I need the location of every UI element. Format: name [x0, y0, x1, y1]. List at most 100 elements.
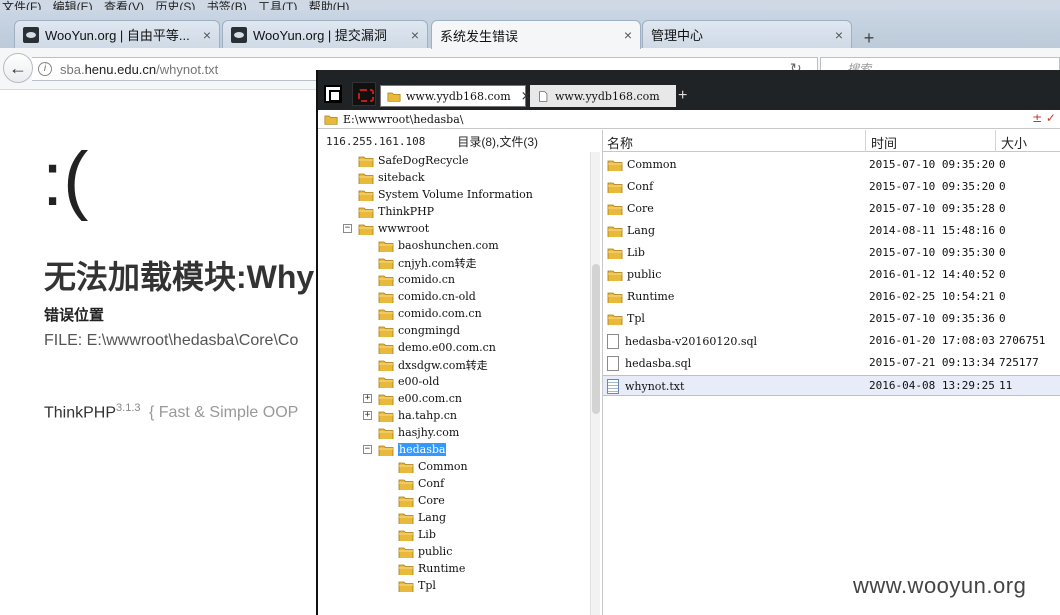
tree-item[interactable]: SafeDogRecycle	[358, 152, 469, 169]
tree-item[interactable]: Lang	[398, 509, 446, 526]
scrollbar-thumb[interactable]	[592, 264, 600, 414]
folder-icon	[398, 462, 414, 473]
file-size: 0	[999, 158, 1006, 171]
menu-file[interactable]: 文件(F)	[0, 1, 47, 10]
tree-item-label: Lang	[418, 511, 446, 524]
framework-footer: ThinkPHP3.1.3 { Fast & Simple OOP	[44, 402, 298, 422]
tree-item[interactable]: Common	[398, 458, 468, 475]
tree-item[interactable]: comido.com.cn	[378, 305, 482, 322]
tab-close-icon[interactable]: ×	[624, 27, 632, 43]
tree-item[interactable]: comido.cn-old	[378, 288, 476, 305]
tree-item[interactable]: demo.e00.com.cn	[378, 339, 496, 356]
file-row[interactable]: Core 2015-07-10 09:35:28 0	[603, 199, 1060, 220]
tree-item[interactable]: Core	[398, 492, 445, 509]
fm-tab-site-1[interactable]: www.yydb168.com ×	[380, 85, 532, 107]
file-name-cell: hedasba.sql	[607, 356, 691, 371]
fm-path-bar[interactable]: E:\wwwroot\hedasba\ ± ✓	[318, 110, 1060, 129]
column-size[interactable]: 大小	[1001, 133, 1027, 152]
tree-expander-icon[interactable]: +	[363, 411, 372, 420]
folder-icon	[607, 292, 623, 303]
tab-close-icon[interactable]: ×	[411, 27, 419, 43]
watermark: www.wooyun.org	[853, 573, 1027, 598]
tree-item-label: hedasba	[398, 443, 447, 456]
tree-item[interactable]: siteback	[358, 169, 425, 186]
tree-item[interactable]: comido.cn	[378, 271, 455, 288]
folder-icon	[358, 173, 374, 184]
file-time: 2015-07-10 09:35:20	[869, 180, 995, 193]
folder-icon	[378, 326, 394, 337]
tree-item-label: Common	[418, 460, 468, 473]
menu-bookmarks[interactable]: 书签(B)	[205, 1, 253, 10]
tab-close-icon[interactable]: ×	[835, 27, 843, 43]
folder-icon	[607, 182, 623, 193]
new-tab-button[interactable]: +	[858, 28, 880, 50]
column-name[interactable]: 名称	[607, 133, 633, 152]
tree-expander-icon[interactable]: −	[343, 224, 352, 233]
tree-item[interactable]: System Volume Information	[358, 186, 533, 203]
browser-tab-wooyun-home[interactable]: WooYun.org | 自由平等... ×	[14, 20, 220, 48]
tree-item[interactable]: + ha.tahp.cn	[363, 407, 457, 424]
menu-tools[interactable]: 工具(T)	[256, 1, 303, 10]
tab-close-icon[interactable]: ×	[203, 27, 211, 43]
browser-tab-wooyun-submit[interactable]: WooYun.org | 提交漏洞 ×	[222, 20, 428, 48]
file-row[interactable]: public 2016-01-12 14:40:52 0	[603, 265, 1060, 286]
file-row[interactable]: whynot.txt 2016-04-08 13:29:25 11	[603, 375, 1060, 396]
tree-item[interactable]: Runtime	[398, 560, 465, 577]
folder-icon	[378, 394, 394, 405]
file-row[interactable]: Lib 2015-07-10 09:35:30 0	[603, 243, 1060, 264]
folder-icon	[358, 207, 374, 218]
fm-tab-site-2[interactable]: www.yydb168.com	[530, 85, 676, 107]
file-row[interactable]: Runtime 2016-02-25 10:54:21 0	[603, 287, 1060, 308]
tree-item-label: congmingd	[398, 324, 461, 337]
menu-view[interactable]: 查看(V)	[102, 1, 150, 10]
file-time: 2014-08-11 15:48:16	[869, 224, 995, 237]
tree-item[interactable]: ThinkPHP	[358, 203, 434, 220]
tree-item[interactable]: + e00.com.cn	[363, 390, 462, 407]
menu-help[interactable]: 帮助(H)	[307, 1, 356, 10]
column-divider[interactable]	[995, 130, 996, 152]
file-name: Common	[627, 158, 677, 171]
file-row[interactable]: Lang 2014-08-11 15:48:16 0	[603, 221, 1060, 242]
item-counts: 目录(8),文件(3)	[457, 134, 539, 149]
menu-bar: 文件(F) 编辑(E) 查看(V) 历史(S) 书签(B) 工具(T) 帮助(H…	[0, 0, 1060, 10]
file-row[interactable]: Tpl 2015-07-10 09:35:36 0	[603, 309, 1060, 330]
tree-item[interactable]: cnjyh.com转走	[378, 254, 477, 271]
tree-item[interactable]: hasjhy.com	[378, 424, 459, 441]
file-row[interactable]: Conf 2015-07-10 09:35:20 0	[603, 177, 1060, 198]
tree-item-label: Core	[418, 494, 445, 507]
tree-item[interactable]: congmingd	[378, 322, 460, 339]
fm-path-controls[interactable]: ± ✓	[1032, 111, 1056, 125]
browser-tab-system-error[interactable]: 系统发生错误 ×	[431, 20, 641, 49]
column-time[interactable]: 时间	[871, 133, 897, 152]
browser-tab-admin-center[interactable]: 管理中心 ×	[642, 20, 852, 48]
server-ip: 116.255.161.108	[326, 134, 426, 148]
file-row[interactable]: hedasba-v20160120.sql 2016-01-20 17:08:03…	[603, 331, 1060, 352]
wooyun-favicon-icon	[23, 26, 39, 43]
tree-item[interactable]: baoshunchen.com	[378, 237, 499, 254]
tab-label: 系统发生错误	[440, 28, 519, 44]
menu-history[interactable]: 历史(S)	[153, 1, 201, 10]
back-button[interactable]: ←	[3, 53, 33, 83]
tree-item[interactable]: − wwwroot	[343, 220, 429, 237]
site-info-icon[interactable]: i	[38, 62, 52, 76]
tree-expander-icon[interactable]: −	[363, 445, 372, 454]
window-restore-icon[interactable]	[324, 85, 342, 103]
menu-edit[interactable]: 编辑(E)	[51, 1, 99, 10]
tree-item[interactable]: public	[398, 543, 452, 560]
folder-icon	[358, 190, 374, 201]
column-divider[interactable]	[865, 130, 866, 152]
tree-item[interactable]: dxsdgw.com转走	[378, 356, 488, 373]
fm-new-tab-button[interactable]: +	[678, 87, 687, 105]
file-row[interactable]: Common 2015-07-10 09:35:20 0	[603, 155, 1060, 176]
tree-scrollbar[interactable]	[590, 152, 600, 615]
text-file-icon	[607, 379, 619, 394]
tree-item[interactable]: − hedasba	[363, 441, 447, 458]
tree-item-label: dxsdgw.com转走	[398, 358, 488, 372]
tree-item[interactable]: Lib	[398, 526, 436, 543]
tree-item[interactable]: Tpl	[398, 577, 436, 594]
folder-icon	[398, 581, 414, 592]
tree-expander-icon[interactable]: +	[363, 394, 372, 403]
file-row[interactable]: hedasba.sql 2015-07-21 09:13:34 725177	[603, 353, 1060, 374]
tree-item[interactable]: e00-old	[378, 373, 439, 390]
tree-item[interactable]: Conf	[398, 475, 444, 492]
